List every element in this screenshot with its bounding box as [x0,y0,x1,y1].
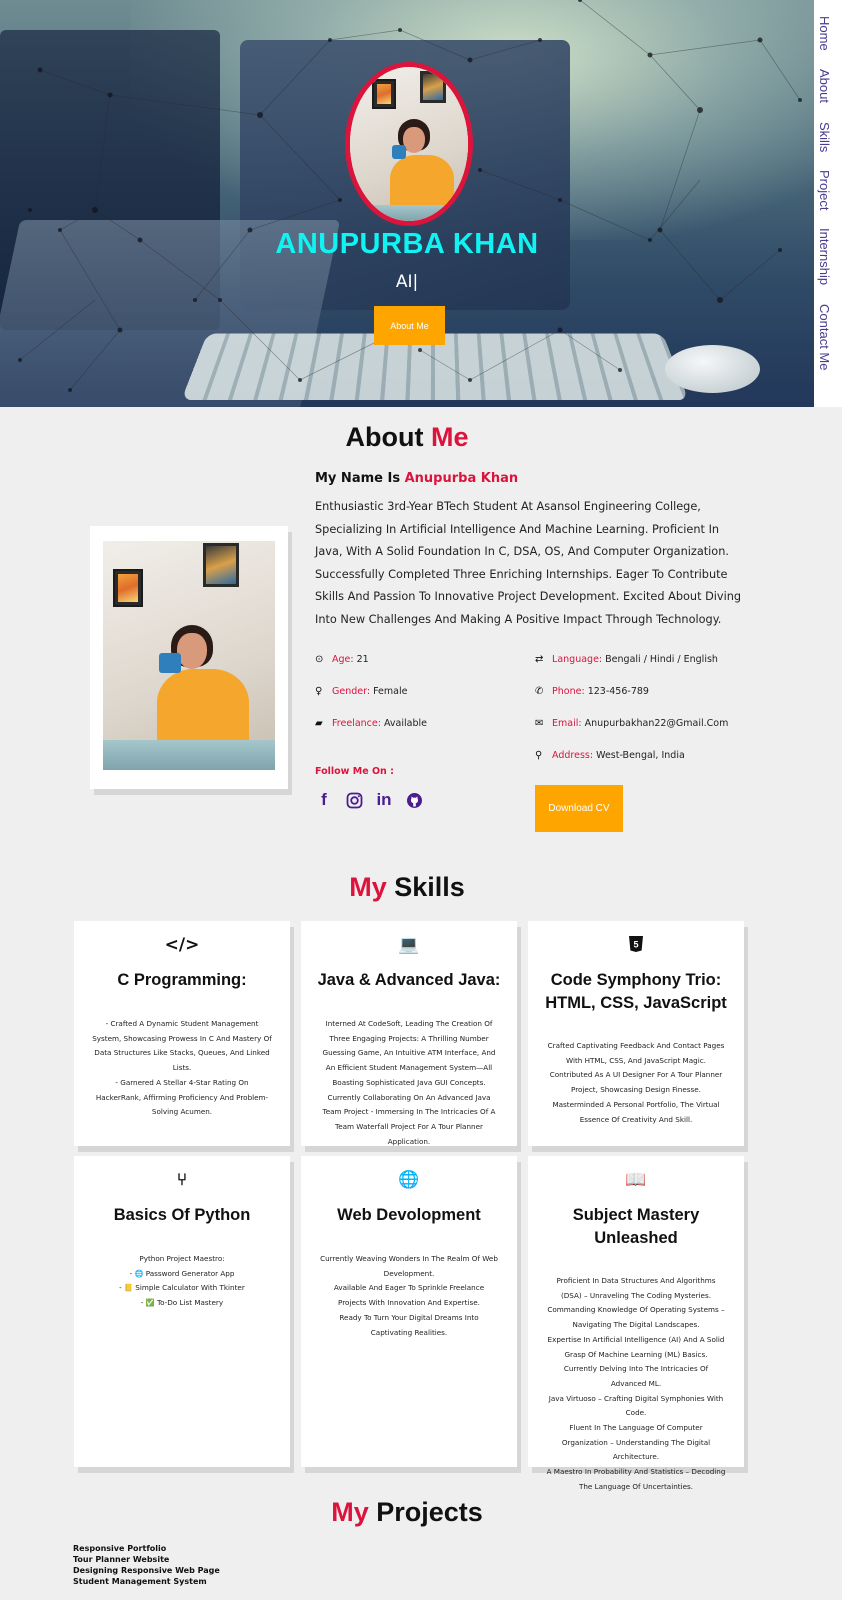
about-photo-card [90,526,288,789]
profile-avatar [345,62,473,226]
target-icon: ⊙ [315,654,324,665]
project-item[interactable]: Designing Responsive Web Page [73,1565,220,1576]
nav-about[interactable]: About [817,69,832,103]
globe-icon: 🌐 [398,1170,420,1190]
info-address: ⚲ Address: West-Bengal, India [535,750,685,761]
skill-title: Basics Of Python [113,1206,251,1224]
skill-line: Currently Delving Into The Intricacies O… [563,1364,709,1388]
skill-description: Crafted Captivating Feedback And Contact… [546,1039,726,1127]
language-icon: ⇄ [535,654,544,665]
project-item[interactable]: Responsive Portfolio [73,1543,220,1554]
venus-icon: ♀ [315,686,323,697]
hero-name: ANUPURBA KHAN [275,228,539,260]
project-list: Responsive Portfolio Tour Planner Websit… [73,1543,220,1587]
laptop-icon: 💻 [398,935,420,955]
skill-line: Java Virtuoso – Crafting Digital Symphon… [548,1393,724,1418]
code-icon: </> [164,935,200,955]
map-marker-icon: ⚲ [535,750,543,761]
skill-title: Web Devolopment [337,1206,481,1224]
skill-line: Masterminded A Personal Portfolio, The V… [552,1099,720,1124]
skill-title: Java & Advanced Java: [317,971,501,989]
code-branch-icon: ⑂ [176,1170,188,1190]
skill-description: Currently Weaving Wonders In The Realm O… [319,1252,499,1340]
skill-card: 5 Code Symphony Trio: HTML, CSS, JavaScri… [528,921,744,1146]
project-item[interactable]: Student Management System [73,1576,220,1587]
nav-home[interactable]: Home [817,16,832,51]
skill-line: Commanding Knowledge Of Operating System… [547,1305,725,1330]
skill-line: Interned At CodeSoft, Leading The Creati… [322,1019,496,1146]
follow-label: Follow Me On : [315,766,394,777]
skill-description: Interned At CodeSoft, Leading The Creati… [319,1017,499,1149]
skill-line: Currently Weaving Wonders In The Realm O… [320,1254,498,1278]
social-links: f in [315,790,423,810]
info-email: ✉ Email: Anupurbakhan22@Gmail.Com [535,718,729,729]
skill-line: Contributed As A UI Designer For A Tour … [549,1070,723,1095]
skill-card: ⑂ Basics Of Python Python Project Maestro:… [74,1156,290,1467]
skill-line: Expertise In Artificial Intelligence (AI… [547,1334,725,1359]
skill-card: 💻 Java & Advanced Java: Interned At CodeSo… [301,921,517,1146]
nav-contact-me[interactable]: Contact Me [817,304,832,370]
about-description: Enthusiastic 3rd-Year BTech Student At A… [315,500,742,626]
skill-card: 🌐 Web Devolopment Currently Weaving Wonder… [301,1156,517,1467]
skill-card: 📖 Subject Mastery Unleashed Proficient In … [528,1156,744,1491]
skill-line: Crafted Captivating Feedback And Contact… [547,1041,725,1065]
skill-line: - Garnered A Stellar 4-Star Rating On Ha… [95,1077,269,1117]
skill-line: Proficient In Data Structures And Algori… [556,1276,716,1300]
skill-line: Ready To Turn Your Digital Dreams Into C… [339,1312,479,1337]
skills-title: My Skills [349,872,465,902]
skill-title: Subject Mastery Unleashed [572,1206,700,1247]
skill-line: - Crafted A Dynamic Student Management S… [92,1019,272,1073]
facebook-icon[interactable]: f [315,790,333,810]
svg-text:5: 5 [633,940,638,950]
github-icon[interactable] [405,790,423,810]
linkedin-icon[interactable]: in [375,790,393,810]
nav-internship[interactable]: Internship [817,228,832,285]
hero-typed-role: AI| [395,272,419,292]
skill-description: Proficient In Data Structures And Algori… [546,1274,726,1495]
instagram-icon[interactable] [345,790,363,810]
info-gender: ♀ Gender: Female [315,686,408,697]
project-item[interactable]: Tour Planner Website [73,1554,220,1565]
skill-description: - Crafted A Dynamic Student Management S… [92,1017,272,1120]
envelope-icon: ✉ [535,718,544,729]
nav-skills[interactable]: Skills [817,122,832,152]
skill-line: A Maestro In Probability And Statistics … [546,1467,726,1491]
info-freelance: ▰ Freelance: Available [315,718,427,729]
skill-title: C Programming: [117,971,247,989]
side-navigation: Home About Skills Project Internship Con… [814,0,842,407]
hero-section: ANUPURBA KHAN AI| About Me [0,0,814,407]
download-cv-button[interactable]: Download CV [535,785,623,832]
info-language: ⇄ Language: Bengali / Hindi / English [535,654,718,665]
html5-icon: 5 [528,935,744,958]
skill-card: </> C Programming: - Crafted A Dynamic Stu… [74,921,290,1146]
skill-line: - 🌐 Password Generator App [129,1268,235,1278]
about-photo [103,541,275,770]
briefcase-icon: ▰ [315,718,323,729]
skill-title: Code Symphony Trio: HTML, CSS, JavaScrip… [545,971,727,1012]
nav-project[interactable]: Project [817,170,832,210]
skill-line: Fluent In The Language Of Computer Organ… [561,1423,711,1462]
skill-line: - 📒 Simple Calculator With Tkinter [119,1283,245,1293]
info-age: ⊙ Age: 21 [315,654,369,665]
projects-title: My Projects [331,1497,483,1527]
about-me-button[interactable]: About Me [374,306,445,345]
skill-line: Python Project Maestro: [139,1254,225,1263]
skill-line: Available And Eager To Sprinkle Freelanc… [333,1283,485,1308]
book-icon: 📖 [625,1170,647,1190]
info-phone: ✆ Phone: 123-456-789 [535,686,649,697]
skill-line: - ✅ To-Do List Mastery [140,1298,224,1308]
about-title: About Me [345,422,469,452]
intro-name: My Name Is Anupurba Khan [315,471,519,486]
phone-icon: ✆ [535,686,544,697]
skill-description: Python Project Maestro: - 🌐 Password Gene… [92,1252,272,1311]
